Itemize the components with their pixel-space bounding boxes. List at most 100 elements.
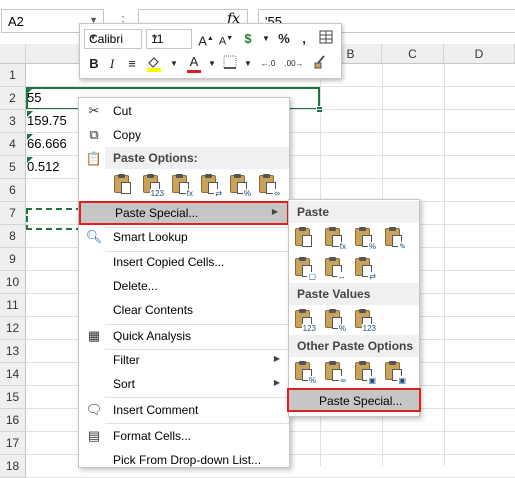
menu-item-copy[interactable]: ⧉ Copy [79, 123, 289, 147]
row-header[interactable]: 7 [0, 202, 26, 225]
align-center-icon[interactable]: ≡ [122, 54, 142, 74]
paste-link-icon[interactable]: ∞ [257, 173, 281, 198]
italic-icon[interactable]: I [102, 54, 122, 74]
chevron-right-icon: ▶ [271, 207, 278, 216]
context-menu: ✂ Cut ⧉ Copy 📋 Paste Options: 123 fx ⇄% ∞ P… [78, 97, 290, 468]
select-all-corner[interactable] [0, 44, 26, 64]
chevron-down-icon[interactable]: ▼ [238, 54, 258, 74]
paste-picture-icon[interactable]: ▣ [353, 360, 377, 385]
menu-item-insert-comment[interactable]: 🗨︎ Insert Comment [79, 398, 289, 422]
menu-item-insert-copied-cells[interactable]: Insert Copied Cells... [79, 250, 289, 274]
paste-values-icon[interactable]: 123 [141, 173, 165, 198]
paintbrush-icon[interactable] [310, 54, 330, 74]
accounting-format-icon[interactable]: $ [238, 29, 258, 49]
row-header[interactable]: 12 [0, 317, 26, 340]
paste-link-icon[interactable]: ∞ [323, 360, 347, 385]
scissors-icon: ✂ [88, 103, 100, 118]
chevron-right-icon: ▶ [273, 354, 280, 363]
percent-style-icon[interactable]: % [274, 29, 294, 49]
menu-item-label: Format Cells... [113, 429, 192, 443]
menu-item-pick-from-dropdown[interactable]: Pick From Drop-down List... [79, 448, 289, 472]
search-icon: 🔍︎ [85, 229, 103, 244]
paste-keep-source-formatting-icon[interactable]: ✎ [383, 226, 407, 251]
format-painter-icon[interactable] [316, 29, 336, 49]
chevron-right-icon: ▶ [273, 378, 280, 387]
row-header[interactable]: 1 [0, 64, 26, 87]
menu-item-smart-lookup[interactable]: 🔍︎ Smart Lookup [79, 225, 289, 249]
paste-transpose-icon[interactable]: ⇄ [199, 173, 223, 198]
menu-item-clear-contents[interactable]: Clear Contents [79, 298, 289, 322]
chevron-down-icon[interactable]: ▼ [256, 29, 276, 49]
row-header[interactable]: 13 [0, 340, 26, 363]
increase-decimal-icon[interactable]: ←.0 [256, 54, 280, 74]
paste-formulas-number-format-icon[interactable]: % [353, 226, 377, 251]
row-header[interactable]: 15 [0, 386, 26, 409]
increase-font-icon[interactable]: A▲ [196, 29, 216, 49]
row-header[interactable]: 3 [0, 110, 26, 133]
menu-item-paste-special[interactable]: Paste Special... ▶ [79, 201, 289, 225]
paste-icons-row: fx% ✎ [293, 226, 417, 252]
menu-item-label: Delete... [113, 279, 158, 293]
paste-options-row: 123 fx ⇄% ∞ [112, 173, 287, 199]
column-header-c[interactable]: C [382, 44, 444, 64]
menu-item-label: Insert Copied Cells... [113, 255, 225, 269]
row-header[interactable]: 4 [0, 133, 26, 156]
paste-formulas-icon[interactable]: fx [323, 226, 347, 251]
paste-no-borders-icon[interactable]: ▢ [293, 256, 317, 281]
row-header[interactable]: 18 [0, 455, 26, 478]
bold-icon[interactable]: B [84, 54, 104, 74]
menu-item-label: Pick From Drop-down List... [113, 453, 262, 467]
row-header[interactable]: 6 [0, 179, 26, 202]
decrease-font-icon[interactable]: A▼ [216, 29, 236, 49]
paste-linked-picture-icon[interactable]: ▣ [383, 360, 407, 385]
paste-icon[interactable] [293, 226, 315, 250]
borders-icon[interactable] [220, 54, 240, 74]
paste-special-submenu: Paste fx% ✎ ▢ ↔ ⇄ Paste Values 123% 123 Othe… [287, 199, 421, 417]
menu-item-cut[interactable]: ✂ Cut [79, 99, 289, 123]
other-paste-options-header: Other Paste Options [289, 335, 419, 357]
paste-special-button[interactable]: Paste Special... [287, 388, 421, 412]
row-header[interactable]: 16 [0, 409, 26, 432]
paste-formatting-icon[interactable]: % [293, 360, 317, 385]
format-cells-icon: ▤ [87, 428, 101, 443]
row-header[interactable]: 2 [0, 87, 26, 110]
font-name-select[interactable]: Calibri ▼ [84, 29, 142, 49]
paste-formatting-icon[interactable]: % [228, 173, 252, 198]
row-header[interactable]: 11 [0, 294, 26, 317]
paste-values-header: Paste Values [289, 283, 419, 305]
paste-transpose-icon[interactable]: ⇄ [353, 256, 377, 281]
menu-item-format-cells[interactable]: ▤ Format Cells... [79, 424, 289, 448]
font-color-icon[interactable]: A [184, 54, 204, 74]
other-paste-row: % ∞ ▣ ▣ [293, 360, 417, 386]
row-header[interactable]: 17 [0, 432, 26, 455]
menu-item-label: Insert Comment [113, 403, 199, 417]
font-size-select[interactable]: 11 ▼ [146, 29, 192, 49]
row-header[interactable]: 10 [0, 271, 26, 294]
paste-values-number-format-icon[interactable]: % [323, 308, 347, 333]
paste-values-icon[interactable]: 123 [293, 308, 317, 333]
row-header[interactable]: 5 [0, 156, 26, 179]
menu-item-delete[interactable]: Delete... [79, 274, 289, 298]
name-box-value: A2 [8, 14, 24, 29]
error-indicator-icon [27, 134, 33, 140]
decrease-decimal-icon[interactable]: .00→ [282, 54, 306, 74]
menu-item-quick-analysis[interactable]: ▦ Quick Analysis [79, 324, 289, 348]
paste-icon[interactable] [112, 173, 134, 197]
fill-color-icon[interactable] [144, 54, 164, 74]
paste-keep-column-widths-icon[interactable]: ↔ [323, 256, 347, 281]
menu-item-filter[interactable]: Filter ▶ [79, 348, 289, 372]
chevron-down-icon[interactable]: ▼ [164, 54, 184, 74]
row-header[interactable]: 8 [0, 225, 26, 248]
paste-options-header: Paste Options: [105, 147, 289, 169]
menu-item-sort[interactable]: Sort ▶ [79, 372, 289, 396]
chevron-down-icon[interactable]: ▼ [202, 54, 222, 74]
row-header[interactable]: 14 [0, 363, 26, 386]
row-header[interactable]: 9 [0, 248, 26, 271]
menu-item-label: Quick Analysis [113, 329, 192, 343]
paste-values-source-format-icon[interactable]: 123 [353, 308, 377, 333]
menu-item-label: Sort [113, 377, 136, 391]
paste-formulas-icon[interactable]: fx [170, 173, 194, 198]
column-header-d[interactable]: D [444, 44, 515, 64]
copy-marquee [26, 208, 82, 230]
comma-style-icon[interactable]: , [294, 29, 314, 49]
